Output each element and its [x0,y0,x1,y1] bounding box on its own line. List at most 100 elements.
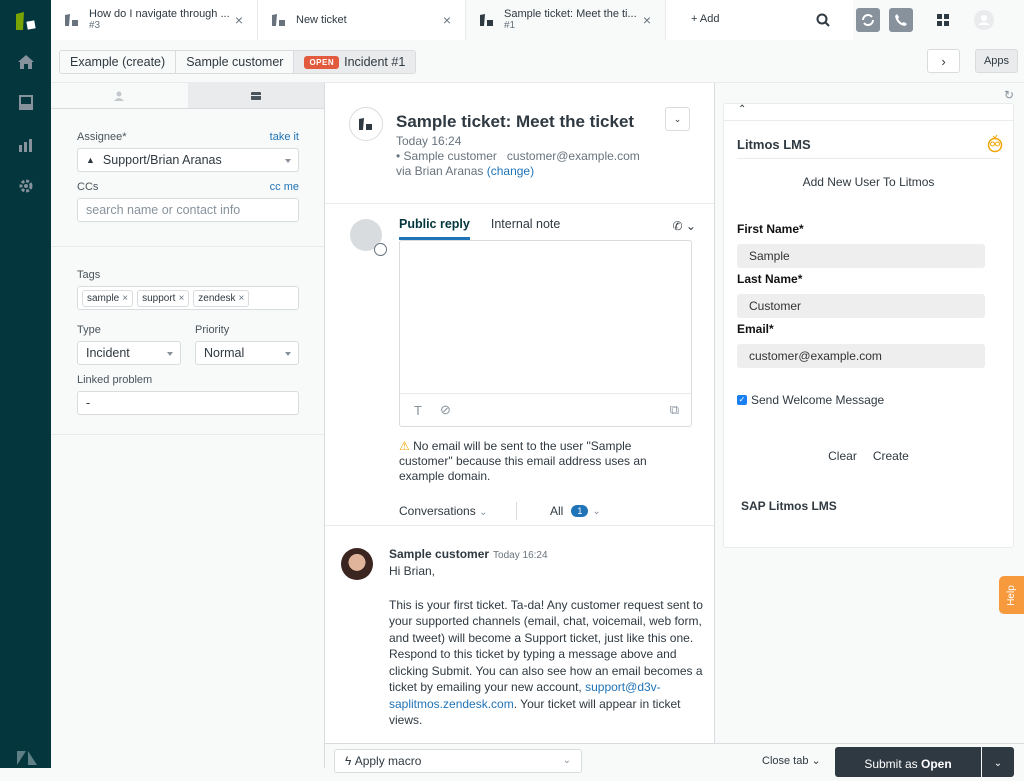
gear-icon[interactable] [15,175,37,197]
tab-ticket[interactable] [187,83,324,108]
breadcrumb-requester[interactable]: Sample customer [176,51,295,73]
ticket-subbar: Example (create) Sample customer OPEN Inc… [51,40,1024,83]
tab-navigate[interactable]: How do I navigate through ... #3 × [51,0,258,40]
first-name-input[interactable]: Sample [737,244,985,268]
divider [51,246,324,247]
reporting-icon[interactable] [15,134,37,156]
close-icon[interactable]: × [643,12,651,28]
customer-avatar [341,548,373,580]
breadcrumb-organization[interactable]: Example (create) [60,51,177,73]
apps-panel: ↻ ⌃ Litmos LMS Add New User To Litmos Fi… [716,83,1024,743]
reply-editor[interactable]: T ⊘ ⧉ [399,240,692,427]
ticket-time: Today 16:24 [396,134,462,148]
format-text-icon[interactable]: T [414,403,422,418]
zendesk-logo [17,751,37,765]
tab-bar: How do I navigate through ... #3 × New ti… [51,0,1024,40]
ccs-input[interactable]: search name or contact info [77,198,299,222]
add-tab-button[interactable]: + Add [691,13,719,25]
assignee-value: Support/Brian Aranas [102,153,222,167]
caret-down-icon [285,159,291,163]
collapse-icon[interactable]: ⌃ [724,104,1013,121]
apps-button[interactable]: Apps [975,49,1018,73]
call-icon[interactable]: ✆ ⌄ [673,219,696,233]
email-input[interactable]: customer@example.com [737,344,985,368]
apply-macro-select[interactable]: ϟ Apply macro ⌄ [334,749,582,773]
divider [51,434,324,435]
tab-internal-note[interactable]: Internal note [491,217,561,240]
tab-public-reply[interactable]: Public reply [399,217,470,240]
close-icon[interactable]: × [235,12,243,28]
breadcrumb-ticket[interactable]: OPEN Incident #1 [294,51,416,73]
agent-avatar [350,219,387,256]
tab-user[interactable] [51,83,188,108]
type-select[interactable]: Incident [77,341,181,365]
linked-problem-select[interactable]: - [77,391,299,415]
help-button[interactable]: Help [999,576,1024,614]
ticket-icon [65,14,78,26]
close-tab-dropdown[interactable]: Close tab ⌄ [762,754,821,767]
welcome-message-checkbox[interactable]: ✓ Send Welcome Message [737,393,884,407]
refresh-icon[interactable]: ↻ [1004,88,1014,102]
attachment-icon[interactable]: ⊘ [440,402,451,418]
ticket-card-icon [250,91,261,100]
submit-button[interactable]: Submit as Open [835,747,981,777]
app-title: Litmos LMS [737,137,1000,159]
bottom-bar: ϟ Apply macro ⌄ Close tab ⌄ Submit as Ope… [325,743,1024,777]
ticket-avatar [349,107,383,141]
remove-tag-icon[interactable]: × [178,293,184,304]
tag-chip: support × [137,289,190,307]
app-footer: SAP Litmos LMS [741,499,837,513]
views-icon[interactable] [15,92,37,114]
last-name-label: Last Name* [737,272,803,286]
search-icon[interactable] [811,8,835,32]
caret-down-icon [167,352,173,356]
home-icon[interactable] [15,51,37,73]
divider [516,502,517,520]
tag-chip: sample × [82,289,134,307]
sync-icon[interactable] [856,8,880,32]
submit-options-dropdown[interactable]: ⌄ [982,747,1014,777]
take-it-link[interactable]: take it [270,131,299,143]
change-link[interactable]: (change) [487,164,534,178]
zendesk-product-logo[interactable] [14,10,38,32]
ccs-label: CCs [77,181,99,193]
email-label: Email* [737,322,774,336]
tab-new-ticket[interactable]: New ticket × [258,0,466,40]
breadcrumb: Example (create) Sample customer OPEN Inc… [59,50,417,74]
all-filter[interactable]: All 1 ⌄ [550,504,601,518]
remove-tag-icon[interactable]: × [122,293,128,304]
create-button[interactable]: Create [873,449,909,463]
ticket-conversation: Sample ticket: Meet the ticket Today 16:… [325,83,715,743]
conversations-filter[interactable]: Conversations ⌄ [399,504,487,518]
priority-label: Priority [195,324,230,336]
ticket-icon [480,14,493,26]
litmos-mascot-icon [987,134,1003,153]
user-avatar-icon[interactable] [972,8,996,32]
cc-me-link[interactable]: cc me [270,181,299,193]
tags-label: Tags [77,269,101,281]
litmos-app: ⌃ Litmos LMS Add New User To Litmos Firs… [723,103,1014,548]
priority-select[interactable]: Normal [195,341,299,365]
count-badge: 1 [571,505,589,517]
tab-sample-ticket[interactable]: Sample ticket: Meet the ti... #1 × [466,0,666,40]
close-icon[interactable]: × [443,12,451,28]
tags-input[interactable]: sample × support × zendesk × [77,286,299,310]
chevron-down-icon: ⌄ [562,755,571,766]
message: Sample customer Today 16:24 Hi Brian, Thi… [325,526,714,743]
person-icon: ▲ [86,155,95,165]
next-button[interactable]: › [927,49,960,73]
ticket-icon [359,118,372,130]
clear-button[interactable]: Clear [828,449,857,463]
apps-puzzle-icon[interactable]: ⧉ [670,402,679,418]
ticket-title[interactable]: Sample ticket: Meet the ticket [396,112,634,132]
tab-title: New ticket [296,14,347,26]
remove-tag-icon[interactable]: × [239,293,245,304]
assignee-select[interactable]: ▲ Support/Brian Aranas [77,148,299,172]
tab-title: Sample ticket: Meet the ti... [504,8,637,20]
message-author[interactable]: Sample customer [389,547,489,561]
last-name-input[interactable]: Customer [737,294,985,318]
assignee-label: Assignee* [77,131,127,143]
apps-grid-icon[interactable] [931,8,955,32]
ticket-options-dropdown[interactable]: ⌄ [665,107,690,131]
phone-icon[interactable] [889,8,913,32]
